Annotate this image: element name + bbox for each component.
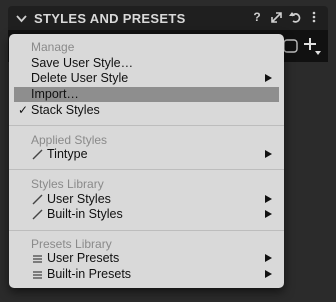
submenu-arrow-icon <box>265 254 272 262</box>
menu-item-save-user-style[interactable]: Save User Style… <box>14 56 279 71</box>
submenu-arrow-icon <box>265 74 272 82</box>
menu-separator <box>9 230 284 231</box>
more-options-icon[interactable] <box>308 10 320 24</box>
menu-item-delete-user-style[interactable]: Delete User Style <box>14 71 279 86</box>
list-icon <box>32 253 44 264</box>
submenu-arrow-icon <box>265 210 272 218</box>
styles-presets-menu: Manage Save User Style… Delete User Styl… <box>9 34 284 288</box>
menu-item-label: User Styles <box>47 192 111 206</box>
brush-icon <box>32 194 44 205</box>
menu-item-label: Import… <box>31 87 79 101</box>
submenu-arrow-icon <box>265 195 272 203</box>
panel-title: STYLES AND PRESETS <box>34 11 186 26</box>
brush-icon <box>32 209 44 220</box>
menu-separator <box>9 125 284 126</box>
menu-item-label: Save User Style… <box>31 56 134 70</box>
menu-item-label: Stack Styles <box>31 103 100 117</box>
menu-item-label: Built-in Presets <box>47 267 132 281</box>
menu-item-label: Built-in Styles <box>47 207 123 221</box>
menu-item-label: Delete User Style <box>31 71 129 85</box>
menu-item-built-in-styles[interactable]: Built-in Styles <box>14 207 279 222</box>
menu-item-stack-styles[interactable]: ✓ Stack Styles <box>14 103 279 118</box>
section-header-presets-library: Presets Library <box>31 237 112 251</box>
menu-item-label: Tintype <box>47 147 88 161</box>
reset-icon[interactable] <box>289 10 301 24</box>
submenu-arrow-icon <box>265 270 272 278</box>
checkmark-icon: ✓ <box>18 103 29 117</box>
panel-header: STYLES AND PRESETS ? <box>8 6 328 30</box>
collapse-chevron-icon[interactable] <box>16 11 27 29</box>
list-icon <box>32 269 44 280</box>
menu-separator <box>9 169 284 170</box>
menu-item-user-styles[interactable]: User Styles <box>14 192 279 207</box>
expand-icon[interactable] <box>270 10 282 24</box>
menu-item-label: User Presets <box>47 251 120 265</box>
menu-item-import[interactable]: Import… <box>14 87 279 102</box>
menu-item-built-in-presets[interactable]: Built-in Presets <box>14 267 279 282</box>
add-style-icon[interactable] <box>301 35 323 57</box>
section-header-manage: Manage <box>31 40 75 54</box>
panel-header-icons: ? <box>251 10 320 24</box>
help-icon[interactable]: ? <box>251 10 263 24</box>
section-header-styles-library: Styles Library <box>31 177 104 191</box>
menu-item-tintype[interactable]: Tintype <box>14 147 279 162</box>
menu-item-user-presets[interactable]: User Presets <box>14 251 279 266</box>
brush-icon <box>32 149 44 160</box>
submenu-arrow-icon <box>265 150 272 158</box>
section-header-applied-styles: Applied Styles <box>31 133 108 147</box>
